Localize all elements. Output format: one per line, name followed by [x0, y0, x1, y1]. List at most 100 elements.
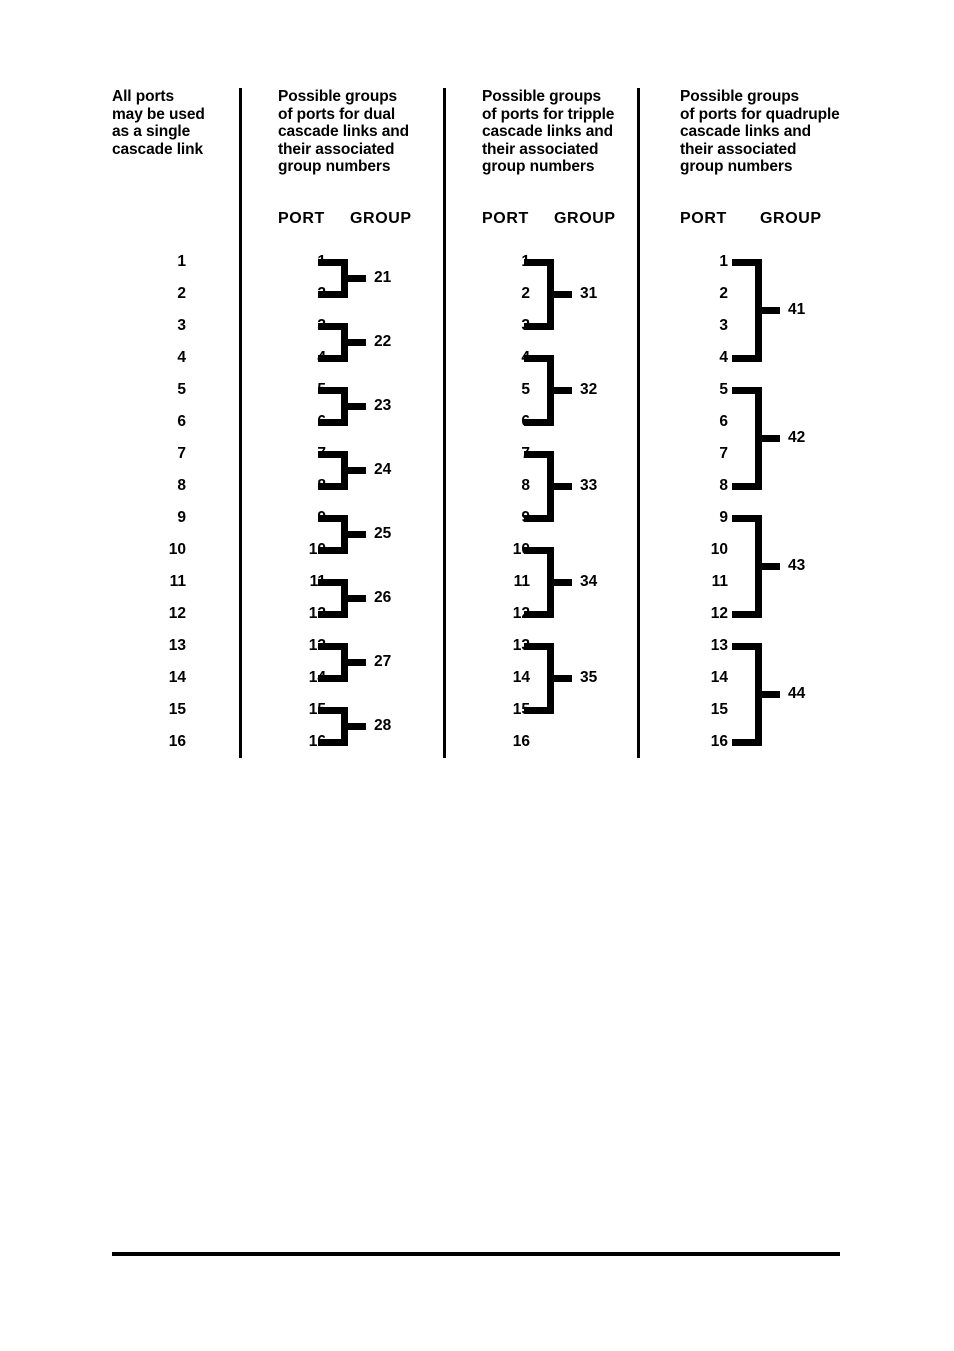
port-number: 15 — [512, 701, 530, 718]
port-number: 2 — [177, 285, 186, 302]
group-number: 24 — [374, 461, 392, 478]
port-number: 3 — [177, 317, 186, 334]
column-divider-3 — [637, 88, 640, 758]
bracket-arm-bottom — [732, 610, 762, 618]
port-number: 10 — [168, 541, 186, 558]
port-number: 15 — [710, 701, 728, 718]
port-number: 4 — [719, 349, 728, 366]
group-column-label-triple: GROUP — [554, 210, 616, 227]
bracket-spine — [341, 258, 348, 298]
bracket-arm-bottom — [732, 738, 762, 746]
group-column-label-dual: GROUP — [350, 210, 412, 227]
bracket-stub — [348, 274, 366, 282]
bracket-spine — [547, 546, 554, 618]
port-number: 11 — [169, 573, 186, 590]
heading-text-single: All ports may be used as a single cascad… — [112, 88, 205, 158]
bracket-spine — [755, 642, 762, 746]
column-divider-2 — [443, 88, 446, 758]
bracket-stub — [348, 530, 366, 538]
port-number: 6 — [521, 413, 530, 430]
bracket-stub — [348, 402, 366, 410]
group-number: 27 — [374, 653, 392, 670]
column-heading-dual: Possible groups of ports for dual cascad… — [278, 88, 438, 176]
bracket-stub — [762, 562, 780, 570]
bracket-stub — [554, 674, 572, 682]
port-number: 4 — [521, 349, 530, 366]
port-number: 11 — [513, 573, 530, 590]
port-number: 7 — [719, 445, 728, 462]
port-number: 2 — [521, 285, 530, 302]
port-number: 1 — [719, 253, 728, 270]
group-number: 41 — [788, 301, 806, 318]
port-number: 16 — [168, 733, 186, 750]
port-number: 6 — [719, 413, 728, 430]
port-number: 13 — [512, 637, 530, 654]
port-number: 1 — [177, 253, 186, 270]
heading-text-dual: Possible groups of ports for dual cascad… — [278, 88, 409, 175]
bracket-spine — [547, 450, 554, 522]
bracket-stub — [554, 290, 572, 298]
port-group-bracket: 43 — [732, 514, 805, 618]
bracket-stub — [762, 306, 780, 314]
bracket-stub — [554, 386, 572, 394]
bracket-spine — [755, 514, 762, 618]
column-heading-single: All ports may be used as a single cascad… — [112, 88, 232, 158]
port-number: 6 — [317, 413, 326, 430]
port-number: 12 — [308, 605, 326, 622]
port-number: 16 — [512, 733, 530, 750]
port-number: 8 — [719, 477, 728, 494]
port-number: 8 — [317, 477, 326, 494]
port-number: 15 — [308, 701, 326, 718]
bracket-spine — [341, 386, 348, 426]
bracket-stub — [348, 594, 366, 602]
port-number: 10 — [710, 541, 728, 558]
bracket-spine — [547, 642, 554, 714]
heading-text-quadruple: Possible groups of ports for quadruple c… — [680, 88, 840, 175]
group-number: 44 — [788, 685, 806, 702]
bracket-arm-bottom — [732, 482, 762, 490]
group-number: 35 — [580, 669, 598, 686]
port-number: 10 — [308, 541, 326, 558]
port-number: 13 — [710, 637, 728, 654]
bracket-stub — [348, 338, 366, 346]
footer-rule — [112, 1252, 840, 1256]
port-number: 9 — [719, 509, 728, 526]
bracket-spine — [547, 258, 554, 330]
port-group-bracket: 41 — [732, 258, 805, 362]
bracket-stub — [762, 690, 780, 698]
port-number: 5 — [177, 381, 186, 398]
column-heading-quadruple: Possible groups of ports for quadruple c… — [680, 88, 852, 176]
column-heading-triple: Possible groups of ports for tripple cas… — [482, 88, 638, 176]
bracket-arm-top — [732, 386, 762, 394]
port-number: 13 — [168, 637, 186, 654]
group-number: 25 — [374, 525, 392, 542]
bracket-stub — [554, 482, 572, 490]
bracket-spine — [755, 258, 762, 362]
bracket-spine — [341, 514, 348, 554]
port-number: 16 — [308, 733, 326, 750]
port-number: 4 — [177, 349, 186, 366]
port-number: 5 — [521, 381, 530, 398]
diagram-page: All ports may be used as a single cascad… — [0, 0, 954, 1351]
bracket-stub — [554, 578, 572, 586]
port-number: 9 — [177, 509, 186, 526]
bracket-arm-top — [732, 642, 762, 650]
port-number: 3 — [719, 317, 728, 334]
port-number: 5 — [317, 381, 326, 398]
port-number: 1 — [521, 253, 530, 270]
bracket-spine — [341, 450, 348, 490]
group-number: 23 — [374, 397, 392, 414]
column-divider-1 — [239, 88, 242, 758]
port-number: 7 — [521, 445, 530, 462]
port-number: 7 — [317, 445, 326, 462]
port-number: 14 — [710, 669, 728, 686]
port-number: 9 — [521, 509, 530, 526]
port-number: 4 — [317, 349, 326, 366]
port-group-bracket: 44 — [732, 642, 805, 746]
heading-text-triple: Possible groups of ports for tripple cas… — [482, 88, 615, 175]
group-number: 31 — [580, 285, 598, 302]
port-number: 8 — [177, 477, 186, 494]
port-number: 12 — [512, 605, 530, 622]
port-number: 13 — [308, 637, 326, 654]
port-number: 5 — [719, 381, 728, 398]
